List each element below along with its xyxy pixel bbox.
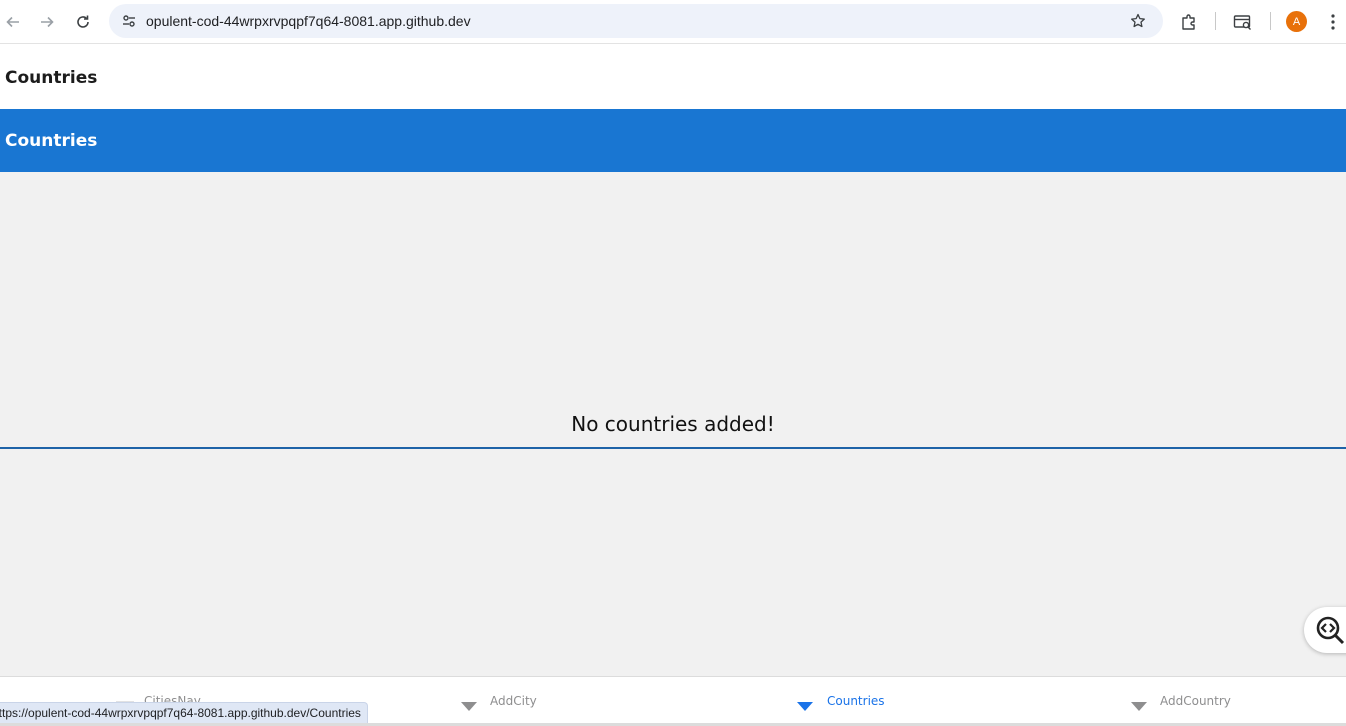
caret-down-icon <box>461 702 477 711</box>
dev-inspector-button[interactable] <box>1304 607 1346 653</box>
forward-arrow-icon <box>41 16 54 28</box>
more-menu-icon[interactable] <box>1321 10 1345 34</box>
page-title: Countries <box>5 68 98 88</box>
screen-title: Countries <box>5 131 98 151</box>
reload-icon <box>77 15 89 28</box>
caret-down-icon <box>797 702 813 711</box>
tab-countries[interactable]: Countries <box>792 677 1112 726</box>
tab-addcountry[interactable]: AddCountry <box>1126 677 1346 726</box>
address-bar[interactable]: opulent-cod-44wrpxrvpqpf7q64-8081.app.gi… <box>109 4 1163 38</box>
extensions-icon[interactable] <box>1177 10 1201 34</box>
tab-label: AddCity <box>490 694 537 708</box>
back-arrow-icon <box>6 16 19 28</box>
site-info-button[interactable] <box>117 9 141 33</box>
back-button[interactable] <box>0 9 26 35</box>
empty-state-message: No countries added! <box>571 412 775 436</box>
toolbar-divider <box>1215 12 1216 30</box>
status-url-bubble: https://opulent-cod-44wrpxrvpqpf7q64-808… <box>0 702 368 724</box>
status-url-text: https://opulent-cod-44wrpxrvpqpf7q64-808… <box>0 706 361 720</box>
app-header: Countries <box>0 45 1346 109</box>
toolbar-divider <box>1270 12 1271 30</box>
tab-label: AddCountry <box>1160 694 1231 708</box>
reload-button[interactable] <box>70 9 96 35</box>
tune-icon <box>123 15 135 27</box>
screen-header-bar: Countries <box>0 109 1346 172</box>
content-divider <box>0 447 1346 449</box>
bookmark-star-icon[interactable] <box>1127 10 1149 32</box>
tab-label: Countries <box>827 694 885 708</box>
countries-content: No countries added! <box>0 172 1346 676</box>
forward-button[interactable] <box>34 9 60 35</box>
caret-down-icon <box>1131 702 1147 711</box>
browser-toolbar: opulent-cod-44wrpxrvpqpf7q64-8081.app.gi… <box>0 0 1346 44</box>
profile-avatar[interactable]: A <box>1286 11 1307 32</box>
code-search-icon <box>1316 616 1345 645</box>
tab-search-icon[interactable] <box>1231 10 1255 34</box>
tab-addcity[interactable]: AddCity <box>455 677 775 726</box>
url-text[interactable]: opulent-cod-44wrpxrvpqpf7q64-8081.app.gi… <box>146 13 471 29</box>
